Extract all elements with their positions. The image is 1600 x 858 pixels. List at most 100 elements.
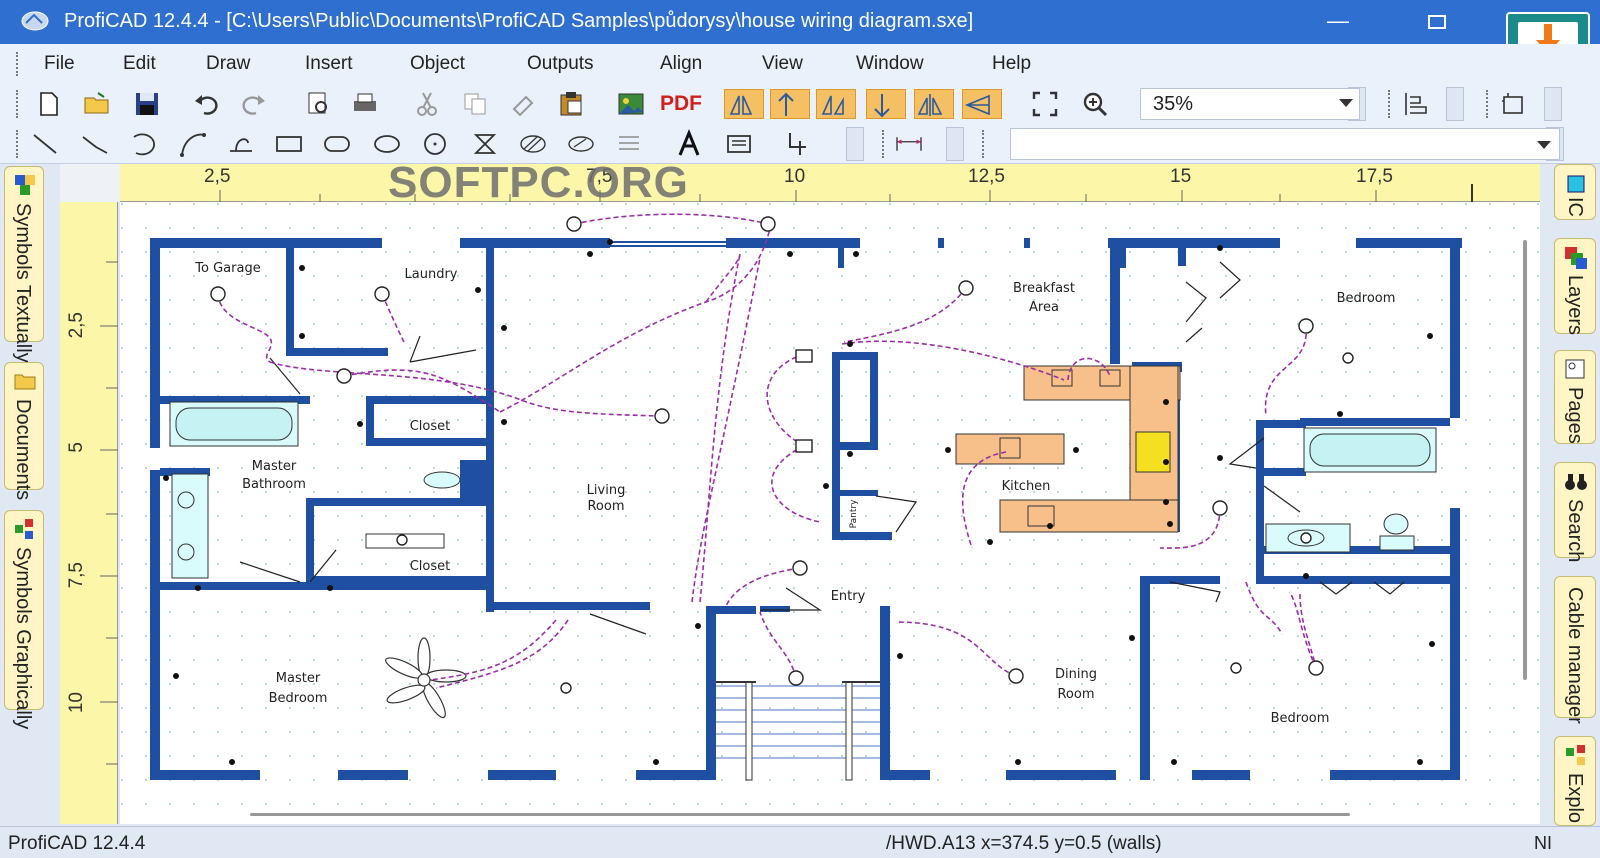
room-label: Kitchen [1002,479,1051,494]
toolbar-grip[interactable] [882,130,886,158]
toolbar-grip[interactable] [1388,90,1392,118]
status-bar: ProfiCAD 12.4.4 /HWD.A13 x=374.5 y=0.5 (… [0,826,1600,858]
horizontal-scrollbar[interactable] [250,813,1350,816]
spin-buttons[interactable] [846,127,864,161]
copy-icon[interactable] [460,89,490,119]
ruler-label: 2,5 [204,166,231,187]
list-tool-icon[interactable] [614,129,644,159]
menu-outputs[interactable]: Outputs [527,53,594,75]
layout-icon[interactable] [1400,89,1430,119]
curve-tool-icon[interactable] [178,129,208,159]
undo-button[interactable] [192,89,222,119]
page-setup-icon[interactable] [1498,89,1528,119]
menu-window[interactable]: Window [856,53,924,75]
new-file-button[interactable] [34,89,64,119]
polyline-tool-icon[interactable] [80,129,110,159]
tab-search[interactable]: Search [1554,462,1596,562]
save-button[interactable] [132,89,162,119]
align-bottom-icon[interactable] [866,89,906,119]
menu-draw[interactable]: Draw [206,53,250,75]
ruler-label: 5 [66,442,87,453]
textbox-tool-icon[interactable] [724,129,754,159]
hourglass-tool-icon[interactable] [470,129,500,159]
tab-layers[interactable]: Layers [1554,238,1596,335]
chevron-down-icon [1537,141,1551,149]
toolbar-grip[interactable] [16,52,20,76]
export-image-button[interactable] [616,89,646,119]
ic-chip-icon [1567,175,1585,193]
menu-insert[interactable]: Insert [305,53,353,75]
bezier-tool-icon[interactable] [226,129,256,159]
tab-pages[interactable]: Pages [1554,350,1596,444]
spin-buttons[interactable] [1446,87,1464,121]
toolbar-grip[interactable] [16,90,20,118]
align-top-icon[interactable] [770,89,810,119]
zoom-icon[interactable] [1080,89,1110,119]
ellipse-tool-icon[interactable] [372,129,402,159]
tab-symbols-textually[interactable]: Symbols Textually [4,166,44,363]
rotate-icon[interactable] [816,89,856,119]
floor-plan-drawing[interactable]: To Garage Laundry Breakfast Area Bedroom… [120,202,1540,824]
maximize-icon [1428,15,1446,29]
minimize-button[interactable]: — [1318,4,1358,40]
rounded-rect-tool-icon[interactable] [322,129,352,159]
layers-icon [1565,247,1587,269]
paste-button[interactable] [556,89,586,119]
menu-object[interactable]: Object [410,53,465,75]
vertical-ruler[interactable]: 2,5 5 7,5 10 [60,202,118,824]
line-tool-icon[interactable] [30,129,60,159]
spin-buttons[interactable] [946,127,964,161]
layer-select[interactable] [1010,128,1560,160]
circle-tool-icon[interactable] [420,129,450,159]
toolbar-grip[interactable] [16,130,20,158]
drawing-canvas[interactable]: To Garage Laundry Breakfast Area Bedroom… [120,202,1540,824]
redo-button[interactable] [238,89,268,119]
dimension-tool-icon[interactable] [894,129,934,159]
zoom-select[interactable]: 35% [1140,88,1360,120]
window-title: ProfiCAD 12.4.4 - [C:\Users\Public\Docum… [64,10,974,32]
pages-icon [1565,359,1585,379]
arc-tool-icon[interactable] [130,129,160,159]
room-label: Entry [831,589,866,604]
open-folder-button[interactable] [82,89,112,119]
mirror-icon[interactable] [914,89,954,119]
flip-icon[interactable] [962,89,1002,119]
print-button[interactable] [350,89,380,119]
vertical-scrollbar[interactable] [1523,240,1527,680]
room-label: Dining [1055,667,1097,682]
tab-ic[interactable]: IC [1554,164,1596,220]
maximize-button[interactable] [1416,4,1456,40]
fit-page-icon[interactable] [1030,89,1060,119]
wire-tool-icon[interactable] [782,129,812,159]
toolbar-grip[interactable] [1486,90,1490,118]
pattern-tool-icon[interactable] [566,129,596,159]
horizontal-ruler[interactable]: 2,5 7,5 10 12,5 15 17,5 [120,164,1540,202]
menu-help[interactable]: Help [992,53,1031,75]
zoom-value: 35% [1153,93,1194,115]
export-pdf-button[interactable]: PDF [660,89,704,119]
cut-icon[interactable] [412,89,442,119]
format-painter-icon[interactable] [508,89,538,119]
room-label: Breakfast [1013,281,1075,296]
align-left-icon[interactable] [724,89,764,119]
text-tool-icon[interactable] [674,129,704,159]
rectangle-tool-icon[interactable] [274,129,304,159]
status-num-indicator: NI [1534,833,1552,853]
hatch-tool-icon[interactable] [518,129,548,159]
room-label: Room [1057,687,1094,702]
tab-label: Symbols Graphically [12,547,34,730]
status-coordinates: /HWD.A13 x=374.5 y=0.5 (walls) [886,833,1162,854]
menu-file[interactable]: File [44,53,75,75]
toolbar-grip[interactable] [982,130,986,158]
tab-documents[interactable]: Documents [4,362,44,500]
menu-align[interactable]: Align [660,53,702,75]
tab-symbols-graphically[interactable]: Symbols Graphically [4,510,44,729]
tab-explorer[interactable]: Explo [1554,736,1596,826]
spin-buttons[interactable] [1544,87,1562,121]
tab-cable-manager[interactable]: Cable manager [1554,576,1596,724]
print-preview-button[interactable] [304,89,334,119]
room-label: Area [1029,300,1059,315]
menu-view[interactable]: View [762,53,803,75]
menu-edit[interactable]: Edit [123,53,156,75]
ruler-label: 10 [784,166,806,187]
